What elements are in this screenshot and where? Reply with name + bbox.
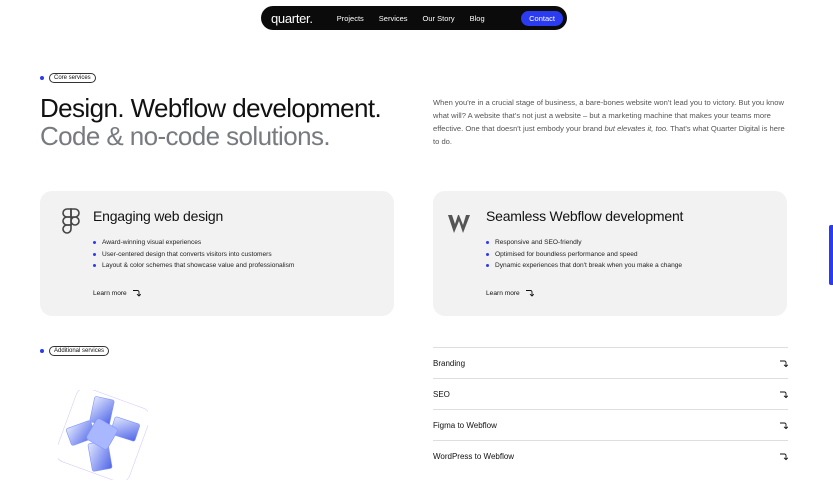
bullet-dot (486, 252, 489, 256)
service-item-figma-to-webflow[interactable]: Figma to Webflow (433, 409, 788, 440)
additional-services-label: Additional services (40, 346, 110, 356)
card-title: Engaging web design (93, 208, 224, 224)
intro-paragraph: When you're in a crucial stage of busine… (433, 96, 788, 148)
service-item-label: SEO (433, 389, 450, 399)
page-title: Design. Webflow development. Code & no-c… (40, 93, 382, 151)
list-item-text: Dynamic experiences that don't break whe… (495, 262, 683, 270)
list-item-text: Responsive and SEO-friendly (495, 239, 582, 246)
logo[interactable]: quarter. (271, 11, 313, 26)
nav-link-projects[interactable]: Projects (337, 14, 364, 23)
list-item-text: Optimised for boundless performance and … (495, 250, 638, 258)
list-item: Layout & color schemes that showcase val… (93, 260, 294, 272)
contact-button[interactable]: Contact (521, 10, 563, 26)
headline-line-1: Design. Webflow development. (40, 93, 382, 123)
arrow-turn-down-right-icon (132, 290, 141, 297)
service-item-wordpress-to-webflow[interactable]: WordPress to Webflow (433, 440, 788, 471)
bullet-dot (93, 252, 96, 256)
label-dot (40, 76, 44, 80)
arrow-turn-down-right-icon (780, 391, 788, 398)
service-item-label: Branding (433, 358, 466, 368)
top-nav: quarter. Projects Services Our Story Blo… (261, 6, 567, 30)
learn-more-link[interactable]: Learn more (486, 289, 534, 297)
bullet-dot (93, 241, 96, 245)
bullet-dot (486, 241, 489, 245)
core-services-label: Core services (40, 73, 96, 83)
arrow-turn-down-right-icon (525, 290, 534, 297)
service-item-seo[interactable]: SEO (433, 378, 788, 409)
service-card-web-design: Engaging web design Award-winning visual… (40, 191, 394, 316)
additional-services-list: Branding SEO Figma to Webflow WordPress … (433, 347, 788, 471)
additional-services-pill: Additional services (49, 346, 110, 356)
bullet-dot (93, 264, 96, 268)
list-item-text: User-centered design that converts visit… (102, 250, 272, 258)
list-item: Dynamic experiences that don't break whe… (486, 260, 682, 272)
learn-more-label: Learn more (93, 289, 127, 297)
label-dot (40, 349, 44, 353)
webflow-icon (448, 215, 470, 233)
card-title: Seamless Webflow development (486, 208, 684, 224)
bullet-dot (486, 264, 489, 268)
service-item-label: Figma to Webflow (433, 420, 497, 430)
arrow-turn-down-right-icon (780, 453, 788, 460)
nav-link-our-story[interactable]: Our Story (423, 14, 455, 23)
list-item-text: Layout & color schemes that showcase val… (102, 262, 295, 270)
list-item: User-centered design that converts visit… (93, 249, 294, 261)
nav-link-services[interactable]: Services (379, 14, 408, 23)
crystal-cross-illustration (58, 390, 148, 480)
core-services-pill: Core services (49, 73, 96, 83)
figma-icon (62, 208, 80, 234)
list-item: Award-winning visual experiences (93, 237, 294, 249)
arrow-turn-down-right-icon (780, 360, 788, 367)
side-tab[interactable] (829, 225, 833, 285)
list-item: Responsive and SEO-friendly (486, 237, 682, 249)
service-item-branding[interactable]: Branding (433, 347, 788, 378)
learn-more-label: Learn more (486, 289, 520, 297)
list-item-text: Award-winning visual experiences (102, 239, 202, 246)
intro-text-italic: but elevates it, too. (604, 124, 669, 133)
nav-links: Projects Services Our Story Blog (337, 14, 521, 23)
service-item-label: WordPress to Webflow (433, 451, 515, 461)
card-feature-list: Responsive and SEO-friendly Optimised fo… (486, 237, 682, 272)
arrow-turn-down-right-icon (780, 422, 788, 429)
learn-more-link[interactable]: Learn more (93, 289, 141, 297)
nav-link-blog[interactable]: Blog (470, 14, 485, 23)
list-item: Optimised for boundless performance and … (486, 249, 682, 261)
headline-line-2: Code & no-code solutions. (40, 121, 331, 151)
card-feature-list: Award-winning visual experiences User-ce… (93, 237, 294, 272)
service-card-webflow-dev: Seamless Webflow development Responsive … (433, 191, 787, 316)
